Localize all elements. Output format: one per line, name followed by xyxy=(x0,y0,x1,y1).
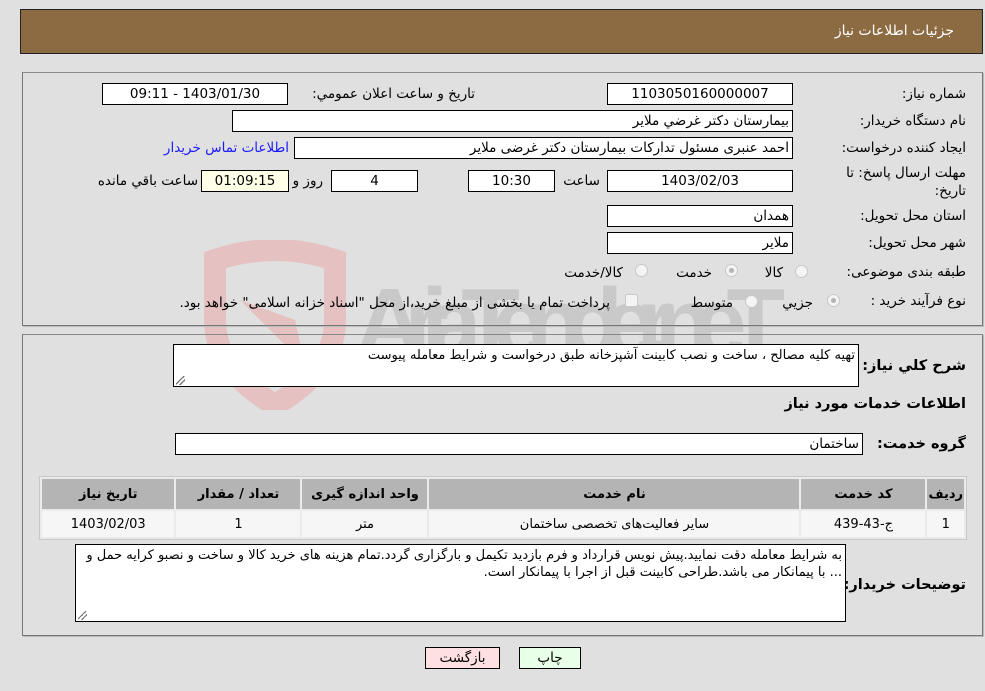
purchase-option-minor: جزيي xyxy=(782,295,813,311)
treasury-checkbox-label: پرداخت تمام يا بخشی از مبلغ خريد،از محل … xyxy=(179,295,610,311)
description-label: شرح كلي نياز: xyxy=(862,358,966,374)
table-header-row: رديف كد خدمت نام خدمت واحد اندازه گيری ت… xyxy=(42,479,964,509)
purchase-option-medium: متوسط xyxy=(690,295,733,311)
print-button[interactable]: چاپ xyxy=(519,647,581,669)
purchase-radio-medium[interactable] xyxy=(745,295,758,308)
category-option-goods-service: كالا/خدمت xyxy=(564,265,623,281)
city-label: شهر محل تحويل: xyxy=(868,235,966,251)
category-label: طبقه بندی موضوعی: xyxy=(846,264,966,280)
cell-service-name: ساير فعاليت‌هاى تخصصى ساختمان xyxy=(429,511,800,537)
days-label: روز و xyxy=(292,173,323,189)
page-header: جزئيات اطلاعات نياز xyxy=(20,9,983,54)
col-service-code: كد خدمت xyxy=(801,479,926,509)
resize-grip-icon[interactable] xyxy=(176,376,185,385)
deadline-time-field[interactable]: 10:30 xyxy=(468,170,555,192)
need-number-field[interactable]: 1103050160000007 xyxy=(607,83,793,105)
purchase-radio-minor[interactable] xyxy=(827,294,840,307)
remaining-time-label: ساعت باقي مانده xyxy=(97,173,198,189)
need-number-label: شماره نياز: xyxy=(901,86,966,102)
purchase-type-label: نوع فرآيند خريد : xyxy=(870,293,966,309)
buyer-notes-textarea[interactable]: به شرايط معامله دقت نماييد.پيش نويس قرار… xyxy=(75,544,846,622)
category-radio-goods[interactable] xyxy=(795,265,808,278)
col-unit: واحد اندازه گيری xyxy=(302,479,428,509)
city-field[interactable]: ملاير xyxy=(607,232,793,254)
deadline-date-field[interactable]: 1403/02/03 xyxy=(607,170,793,192)
province-label: استان محل تحويل: xyxy=(860,208,966,224)
buyer-notes-text: به شرايط معامله دقت نماييد.پيش نويس قرار… xyxy=(86,548,842,580)
province-field[interactable]: همدان xyxy=(607,205,793,227)
col-need-date: تاريخ نياز xyxy=(42,479,175,509)
services-heading: اطلاعات خدمات مورد نياز xyxy=(784,396,966,412)
cell-quantity: 1 xyxy=(176,511,301,537)
cell-row-number: 1 xyxy=(927,511,964,537)
description-textarea[interactable]: تهيه كليه مصالح ، ساخت و نصب كابينت آشپز… xyxy=(173,344,859,387)
requester-label: ايجاد كننده درخواست: xyxy=(841,140,966,156)
buyer-org-label: نام دستگاه خريدار: xyxy=(859,113,966,129)
col-row-number: رديف xyxy=(927,479,964,509)
announce-datetime-field[interactable]: 1403/01/30 - 09:11 xyxy=(102,83,288,105)
table-row: 1 ج-43-439 ساير فعاليت‌هاى تخصصى ساختمان… xyxy=(42,511,964,537)
category-option-goods: كالا xyxy=(764,265,783,281)
back-button[interactable]: بازگشت xyxy=(425,647,500,669)
service-group-field[interactable]: ساختمان xyxy=(175,433,863,455)
description-text: تهيه كليه مصالح ، ساخت و نصب كابينت آشپز… xyxy=(367,348,855,363)
cell-service-code: ج-43-439 xyxy=(801,511,926,537)
buyer-contact-link[interactable]: اطلاعات تماس خريدار xyxy=(164,140,289,156)
service-group-label: گروه خدمت: xyxy=(876,436,966,452)
announce-datetime-label: تاريخ و ساعت اعلان عمومي: xyxy=(312,86,475,102)
remaining-time-field: 01:09:15 xyxy=(201,170,289,192)
page-title: جزئيات اطلاعات نياز xyxy=(834,23,954,39)
category-radio-goods-service[interactable] xyxy=(635,264,648,277)
deadline-time-label: ساعت xyxy=(563,173,600,189)
deadline-label: مهلت ارسال پاسخ: تا تاريخ: xyxy=(846,165,966,199)
cell-need-date: 1403/02/03 xyxy=(42,511,175,537)
resize-grip-icon[interactable] xyxy=(78,611,87,620)
col-service-name: نام خدمت xyxy=(429,479,800,509)
services-table: رديف كد خدمت نام خدمت واحد اندازه گيری ت… xyxy=(39,476,967,540)
category-radio-service[interactable] xyxy=(725,264,738,277)
requester-field[interactable]: احمد عنبری مسئول تدارکات بیمارستان دکتر … xyxy=(294,137,793,159)
buyer-notes-label: توضيحات خريدار: xyxy=(843,577,966,593)
treasury-checkbox[interactable] xyxy=(625,294,638,307)
buyer-org-field[interactable]: بيمارستان دكتر غرضي ملاير xyxy=(232,110,793,132)
remaining-days-field[interactable]: 4 xyxy=(331,170,418,192)
category-option-service: خدمت xyxy=(676,265,712,281)
col-quantity: تعداد / مقدار xyxy=(176,479,301,509)
cell-unit: متر xyxy=(302,511,428,537)
